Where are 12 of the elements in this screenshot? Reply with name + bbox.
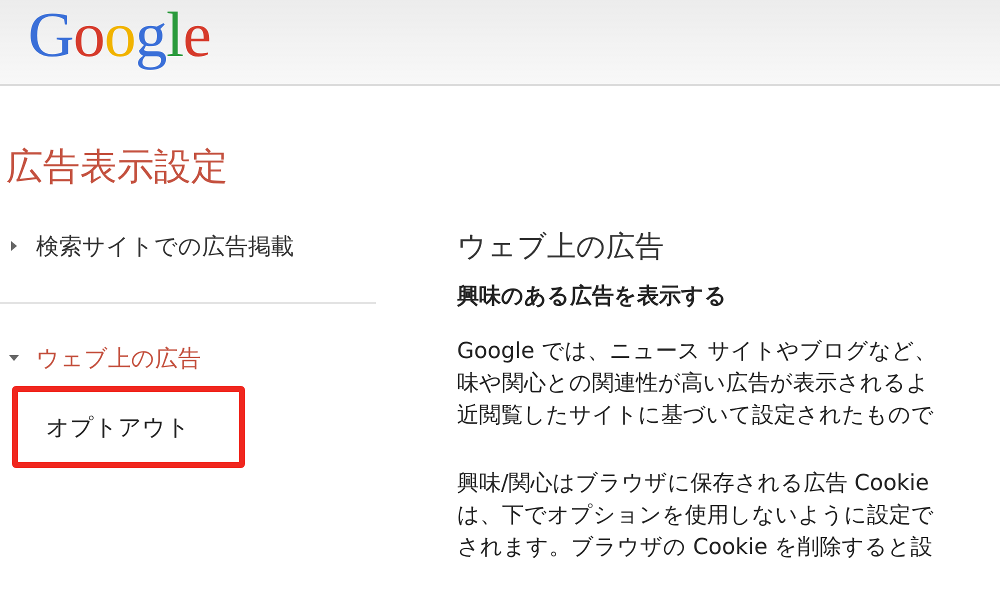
paragraph-line: は、下でオプションを使用しないように設定で [457, 502, 935, 530]
paragraph-line: 興味/関心はブラウザに保存される広告 Cookie [457, 470, 930, 498]
section-subheading: 興味のある広告を表示する [457, 282, 728, 311]
paragraph-line: されます。ブラウザの Cookie を削除すると設 [457, 534, 934, 562]
sidebar-link[interactable]: 検索サイトでの広告掲載 [36, 230, 294, 262]
section-heading: ウェブ上の広告 [457, 228, 665, 265]
sidebar-link[interactable]: ウェブ上の広告 [36, 342, 201, 374]
paragraph-line: 味や関心との関連性が高い広告が表示されるよ [457, 370, 930, 398]
page-title: 広告表示設定 [6, 144, 229, 190]
paragraph-line: 近閲覧したサイトに基づいて設定されたもので [457, 402, 935, 430]
sidebar-sublink[interactable]: オプトアウト [46, 412, 190, 442]
paragraph-line: Google では、ニュース サイトやブログなど、 [457, 338, 938, 366]
